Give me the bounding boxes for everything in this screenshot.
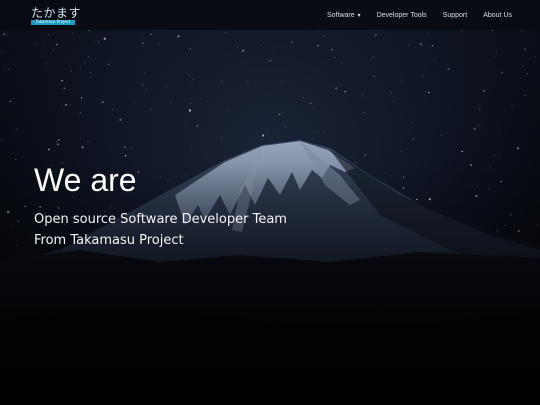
hero-title: We are (34, 162, 137, 198)
nav-menu: Software ▾ Developer Tools Support About… (319, 0, 520, 30)
logo-subtext: Takamasu Project (35, 19, 71, 24)
hero-page: たかます Takamasu Project Software ▾ Develop… (0, 0, 540, 405)
nav-item-label: Support (442, 11, 468, 19)
hero-subtitle-line: Open source Software Developer Team (34, 212, 287, 227)
brand-logo[interactable]: たかます Takamasu Project (31, 6, 81, 26)
nav-item-label: Developer Tools (376, 11, 427, 19)
nav-item-label: Software (327, 11, 355, 19)
top-navbar: たかます Takamasu Project Software ▾ Develop… (0, 0, 540, 30)
mountain-background-image (0, 140, 540, 405)
nav-item-support[interactable]: Support (435, 12, 476, 19)
nav-item-software[interactable]: Software ▾ (319, 12, 369, 19)
nav-item-developer-tools[interactable]: Developer Tools (369, 12, 435, 19)
hero-subtitle-line: From Takamasu Project (34, 233, 184, 248)
nav-item-label: About Us (483, 11, 512, 19)
hero-subtitle: Open source Software Developer Team From… (34, 209, 287, 251)
nav-item-about-us[interactable]: About Us (475, 12, 520, 19)
chevron-down-icon: ▾ (357, 12, 361, 19)
